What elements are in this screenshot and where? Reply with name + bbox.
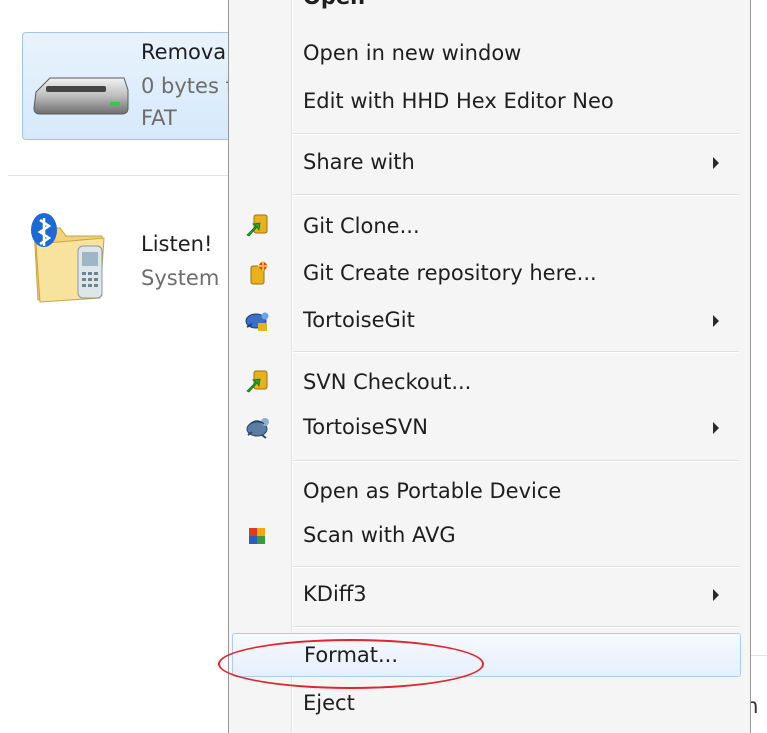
menu-separator [293,133,739,135]
menu-item-label: Git Clone... [303,214,420,238]
menu-item-tortoisegit[interactable]: TortoiseGit [232,301,741,339]
menu-item-hex-editor[interactable]: Edit with HHD Hex Editor Neo [232,82,741,120]
menu-separator [293,626,739,628]
menu-item-scan-avg[interactable]: Scan with AVG [232,516,741,554]
submenu-arrow-icon [713,422,719,434]
git-create-repo-icon [250,261,268,285]
tortoisesvn-icon [246,418,269,439]
drive-filesystem: FAT [141,106,177,130]
svn-checkout-icon [246,370,268,393]
menu-item-open-portable-device[interactable]: Open as Portable Device [232,472,741,510]
menu-item-label: TortoiseSVN [303,415,428,439]
menu-item-label: Git Create repository here... [303,261,597,285]
menu-item-open-new-window[interactable]: Open in new window [232,34,741,72]
menu-separator [293,460,739,462]
menu-separator [293,351,739,353]
device-type: System [141,266,220,290]
menu-separator [293,566,739,568]
drive-name: Remova [141,40,227,64]
bluetooth-folder-icon [31,213,105,303]
tortoisegit-icon [245,312,269,331]
submenu-arrow-icon [713,157,719,169]
menu-item-label: KDiff3 [303,582,367,606]
menu-item-label: Edit with HHD Hex Editor Neo [303,89,614,113]
submenu-arrow-icon [713,589,719,601]
annotation-red-circle [218,639,484,689]
menu-item-eject[interactable]: Eject [232,684,741,722]
menu-item-label: Share with [303,150,415,174]
removable-drive-icon [33,77,129,115]
menu-item-tortoisesvn[interactable]: TortoiseSVN [232,408,741,446]
menu-item-git-create-repo[interactable]: Git Create repository here... [232,254,741,292]
menu-item-label: Open in new window [303,41,522,65]
device-name: Listen! [141,232,213,256]
drive-free-space: 0 bytes f [141,74,233,98]
context-menu: Open Open in new window Edit with HHD He… [228,0,751,733]
explorer-divider [8,175,248,176]
menu-item-share-with[interactable]: Share with [232,143,741,181]
menu-item-svn-checkout[interactable]: SVN Checkout... [232,363,741,401]
menu-item-kdiff3[interactable]: KDiff3 [232,575,741,613]
git-clone-icon [246,214,268,237]
menu-item-label: Open [303,0,365,11]
menu-item-label: Open as Portable Device [303,479,562,503]
avg-icon [249,528,265,544]
menu-item-label: SVN Checkout... [303,370,472,394]
menu-item-label: Eject [303,691,355,715]
menu-item-label: Scan with AVG [303,523,456,547]
menu-separator [293,194,739,196]
submenu-arrow-icon [713,315,719,327]
menu-item-git-clone[interactable]: Git Clone... [232,207,741,245]
menu-item-open[interactable]: Open [232,0,741,16]
menu-item-label: TortoiseGit [303,308,415,332]
